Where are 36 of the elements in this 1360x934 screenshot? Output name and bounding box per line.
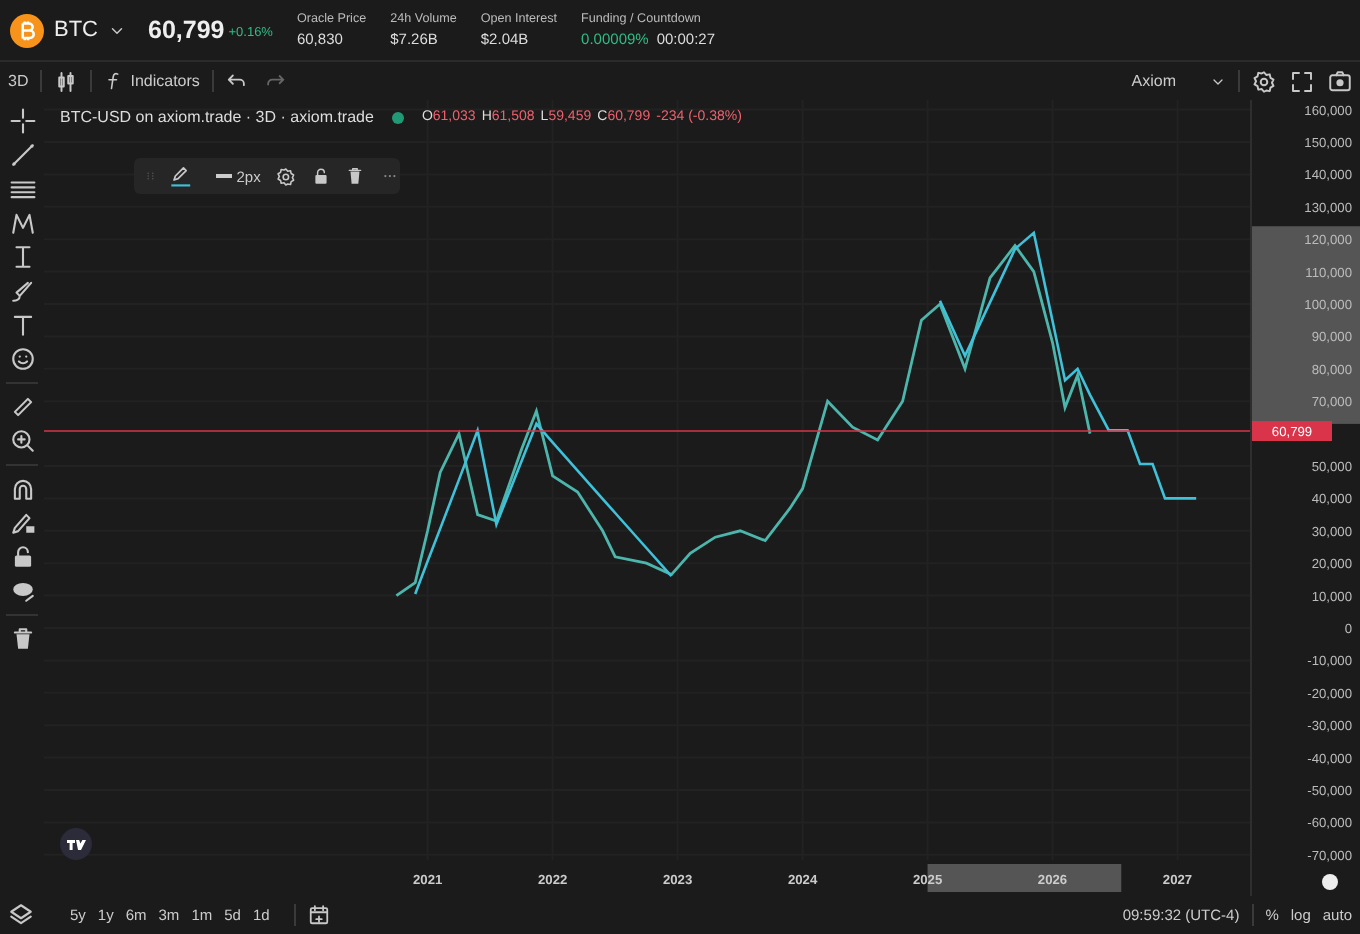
- smiley-icon[interactable]: [9, 346, 35, 372]
- trend-line[interactable]: [413, 230, 1198, 596]
- text-icon[interactable]: [9, 312, 35, 338]
- lock-icon[interactable]: [312, 166, 331, 186]
- magnet-icon[interactable]: [9, 476, 35, 502]
- bitcoin-logo-icon: [10, 13, 44, 47]
- tv-logo-icon[interactable]: [60, 828, 92, 860]
- pencil-icon[interactable]: [170, 164, 193, 188]
- fullscreen-icon[interactable]: [1290, 69, 1314, 93]
- zoom-in-icon[interactable]: [9, 428, 35, 454]
- status-dot-icon: [389, 109, 406, 125]
- pencil-lock-icon[interactable]: [9, 510, 35, 536]
- trash-icon[interactable]: [9, 626, 35, 652]
- scale-settings-icon[interactable]: [1322, 874, 1338, 890]
- pattern-icon[interactable]: [9, 210, 35, 236]
- lock-icon[interactable]: [9, 544, 35, 570]
- layers-icon[interactable]: [8, 902, 34, 928]
- trend-line-icon[interactable]: [9, 142, 35, 168]
- chart-title: BTC-USD on axiom.trade · 3D · axiom.trade: [60, 108, 374, 126]
- settings-icon[interactable]: [1252, 69, 1276, 93]
- symbol-label[interactable]: BTC: [54, 18, 98, 42]
- indicators-button[interactable]: Indicators: [104, 70, 200, 92]
- settings-icon[interactable]: [276, 165, 297, 187]
- calendar-icon[interactable]: [307, 904, 330, 926]
- brush-icon[interactable]: [9, 278, 35, 304]
- camera-icon[interactable]: [1328, 69, 1352, 93]
- crosshair-icon[interactable]: [9, 108, 35, 134]
- source-dropdown[interactable]: Axiom: [1131, 72, 1226, 90]
- undo-icon[interactable]: [225, 70, 248, 92]
- ruler-icon[interactable]: [9, 394, 35, 420]
- price-value: 60,799: [148, 16, 225, 44]
- price-tag: [1252, 421, 1332, 441]
- parallel-lines-icon[interactable]: [9, 176, 35, 202]
- trash-icon[interactable]: [346, 166, 365, 186]
- candles-icon[interactable]: [54, 69, 79, 93]
- interval-button[interactable]: 3D: [8, 72, 29, 90]
